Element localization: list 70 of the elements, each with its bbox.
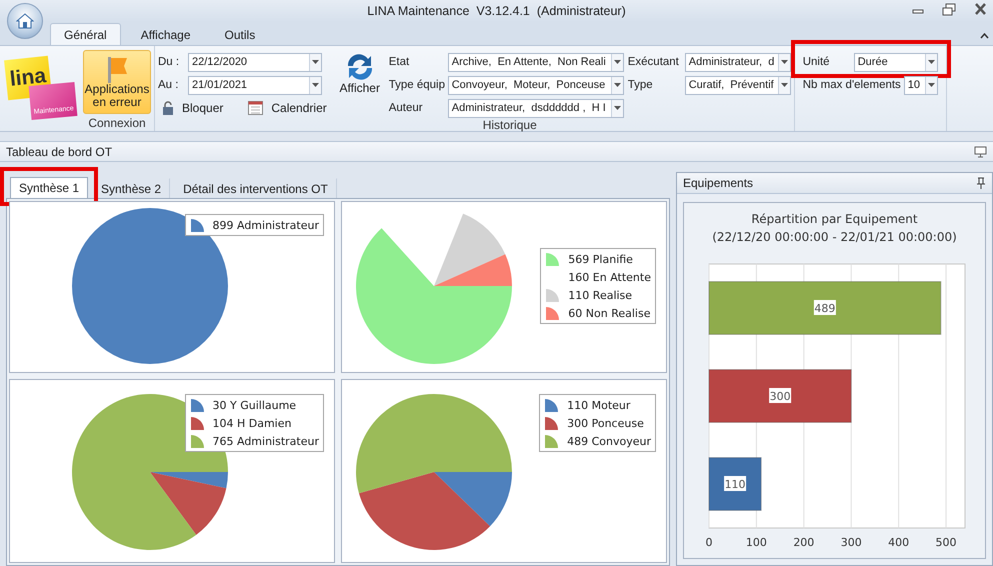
data-label: 300: [768, 388, 791, 403]
field-label: Unité: [802, 56, 831, 68]
field-label: Nb max d'elements: [802, 79, 901, 91]
dropdown-field[interactable]: Convoyeur, Moteur, Ponceuse: [448, 76, 624, 94]
field-label: Au :: [158, 79, 180, 91]
pin-icon[interactable]: [976, 176, 986, 190]
dropdown-arrow-icon: [780, 83, 788, 87]
dropdown-field[interactable]: Curatif, Préventif: [684, 76, 791, 94]
field-label: Du :: [158, 56, 180, 68]
legend-label: 110 Moteur: [567, 398, 630, 412]
panel-title: Tableau de bord OT: [6, 144, 112, 158]
legend-label: 300 Ponceuse: [567, 416, 644, 430]
axis-tick-label: 0: [705, 536, 712, 549]
collapse-caret-icon[interactable]: [980, 33, 989, 39]
padlock-icon: [162, 101, 174, 115]
axis-tick-label: 300: [840, 536, 862, 549]
dropdown-field[interactable]: 22/12/2020: [188, 52, 322, 72]
legend-label: 569 Planifie: [568, 252, 633, 266]
window-title: LINA Maintenance V3.12.4.1 (Administrateur): [367, 4, 626, 18]
axis-tick-label: 100: [745, 536, 766, 549]
dropdown-field[interactable]: 10: [904, 76, 938, 94]
ribbon-tab[interactable]: Général: [50, 23, 121, 45]
dropdown-field[interactable]: Administrateur, dsdddddd , H I: [448, 98, 624, 118]
data-label: 489: [813, 300, 836, 315]
dropdown-arrow-icon: [312, 60, 319, 64]
dropdown-field[interactable]: 21/01/2021: [188, 76, 322, 94]
legend-label: 30 Y Guillaume: [212, 398, 296, 412]
field-label: Exécutant: [628, 56, 680, 68]
applications-en-erreur-button[interactable]: Applications en erreur: [83, 50, 151, 114]
data-label: 110: [724, 476, 746, 491]
legend-label: 765 Administrateur: [212, 434, 319, 448]
dropdown-field[interactable]: Administrateur, d: [684, 52, 791, 72]
legend-label: 110 Realise: [568, 288, 632, 302]
dropdown-arrow-icon: [780, 60, 788, 64]
legend-label: 489 Convoyeur: [567, 434, 651, 448]
chart-title: Répartition par Equipement (22/12/20 00:00:00 - 22/01/21 00:00:00): [712, 211, 957, 246]
dropdown-arrow-icon: [614, 60, 621, 64]
close-icon[interactable]: [974, 3, 987, 15]
dropdown-arrow-icon: [928, 83, 935, 87]
ribbon-tab[interactable]: Affichage: [126, 23, 205, 45]
bar: [708, 457, 762, 511]
legend-label: 60 Non Realise: [568, 306, 650, 320]
afficher-button[interactable]: Afficher: [336, 50, 383, 114]
dropdown-arrow-icon: [614, 83, 621, 87]
document-tab[interactable]: Synthèse 1: [10, 177, 88, 198]
field-label: Type équip: [388, 79, 445, 91]
monitor-icon[interactable]: [974, 146, 987, 158]
group-caption: Connexion: [87, 116, 147, 131]
dropdown-field[interactable]: Archive, En Attente, Non Reali: [448, 52, 624, 72]
field-label: Type: [628, 79, 654, 91]
dropdown-arrow-icon: [614, 106, 621, 110]
dropdown-arrow-icon: [928, 60, 935, 64]
panel-title: Equipements: [683, 176, 754, 190]
field-label: Etat: [388, 56, 410, 68]
dropdown-arrow-icon: [312, 83, 319, 87]
field-label: Auteur: [388, 102, 424, 114]
axis-tick-label: 200: [792, 536, 814, 549]
legend-label: 160 En Attente: [568, 270, 651, 284]
axis-tick-label: 500: [935, 536, 956, 549]
bloquer-button[interactable]: Bloquer: [158, 101, 228, 115]
restore-icon[interactable]: [942, 3, 956, 16]
calendrier-button[interactable]: Calendrier: [244, 101, 331, 115]
legend-label: 899 Administrateur: [212, 218, 319, 232]
dropdown-field[interactable]: Durée: [854, 52, 938, 72]
axis-tick-label: 400: [888, 536, 909, 549]
legend-label: 104 H Damien: [212, 416, 292, 430]
calendar-icon: [248, 101, 264, 115]
group-caption: Historique: [482, 118, 538, 132]
house-icon: [16, 13, 34, 29]
ribbon-tab[interactable]: Outils: [210, 23, 270, 45]
